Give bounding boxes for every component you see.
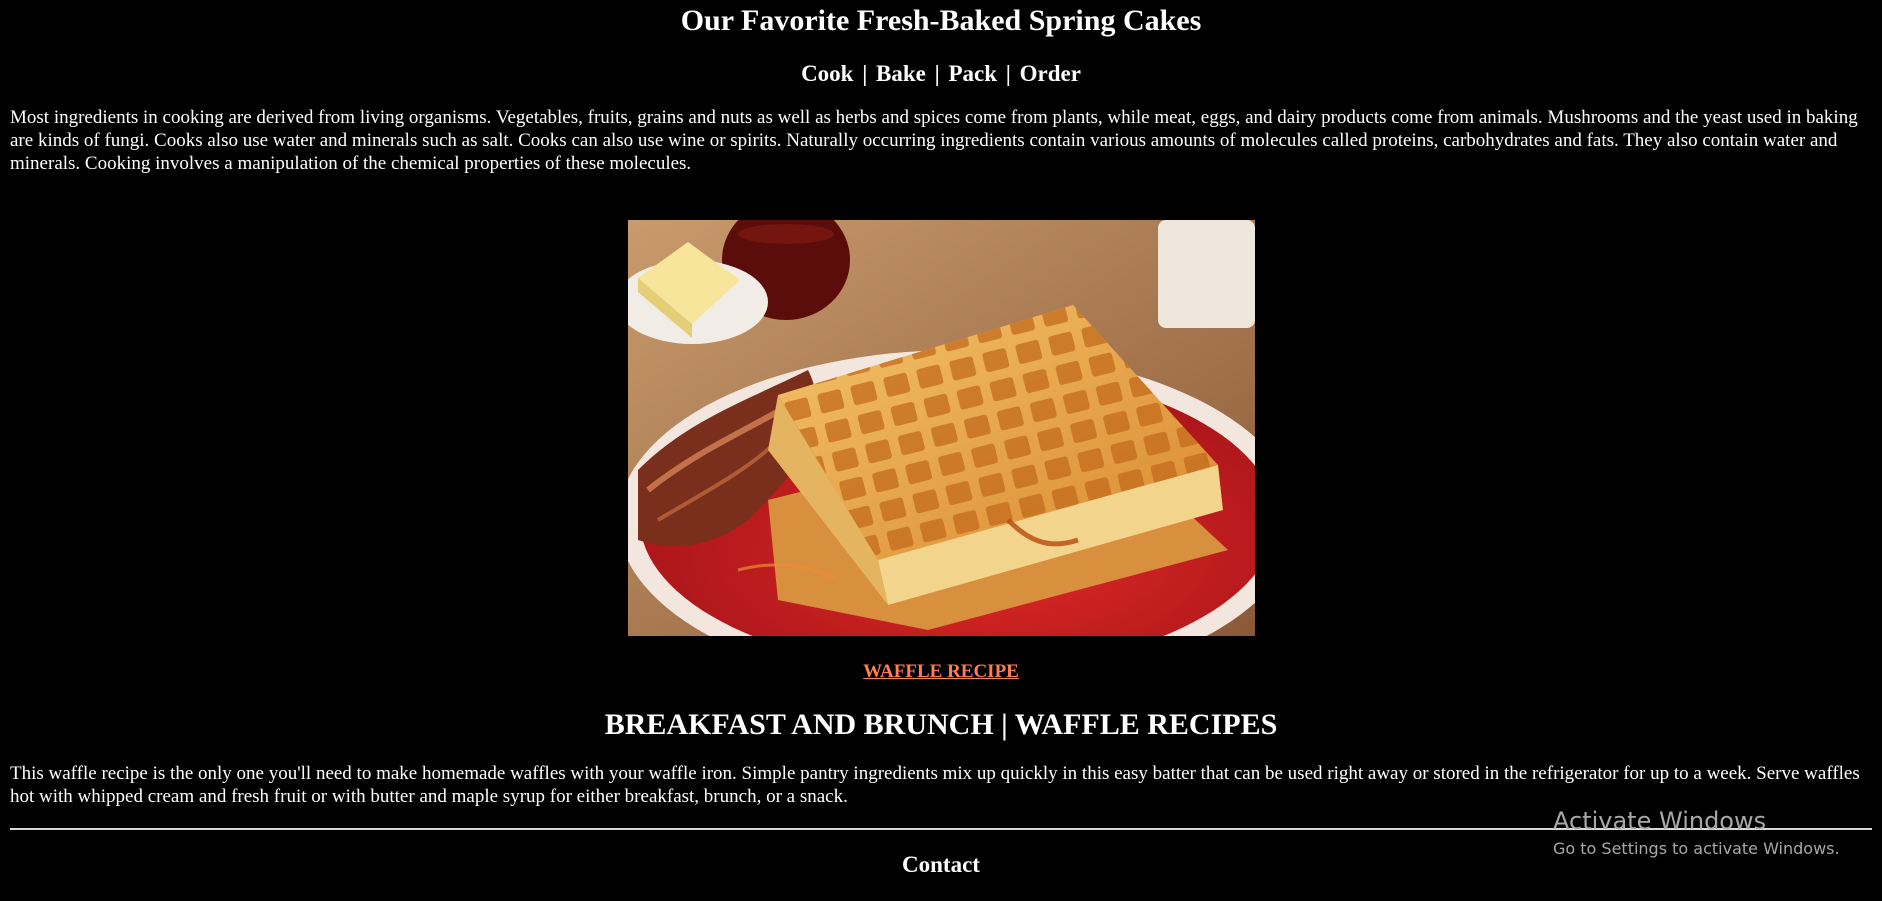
watermark-title: Activate Windows [1553,807,1767,835]
waffle-photo [627,220,1255,636]
main-nav: Cook | Bake | Pack | Order [10,60,1872,88]
nav-link-bake[interactable]: Bake [876,61,926,86]
nav-link-pack[interactable]: Pack [948,61,997,86]
nav-separator: | [862,61,868,86]
intro-paragraph: Most ingredients in cooking are derived … [10,107,1858,174]
page-title: Our Favorite Fresh-Baked Spring Cakes [680,4,1202,37]
waffle-recipe-link[interactable]: WAFFLE RECIPE [10,661,1872,683]
hero-container [10,220,1872,636]
section-title: BREAKFAST AND BRUNCH | WAFFLE RECIPES [604,708,1278,741]
nav-separator: | [934,61,940,86]
footer-divider [10,828,1872,830]
recipe-description: This waffle recipe is the only one you'l… [10,763,1860,807]
nav-separator: | [1005,61,1011,86]
nav-link-cook[interactable]: Cook [801,61,853,86]
contact-heading[interactable]: Contact [10,852,1872,878]
nav-link-order[interactable]: Order [1020,61,1081,86]
page: Our Favorite Fresh-Baked Spring Cakes Co… [0,0,1882,901]
